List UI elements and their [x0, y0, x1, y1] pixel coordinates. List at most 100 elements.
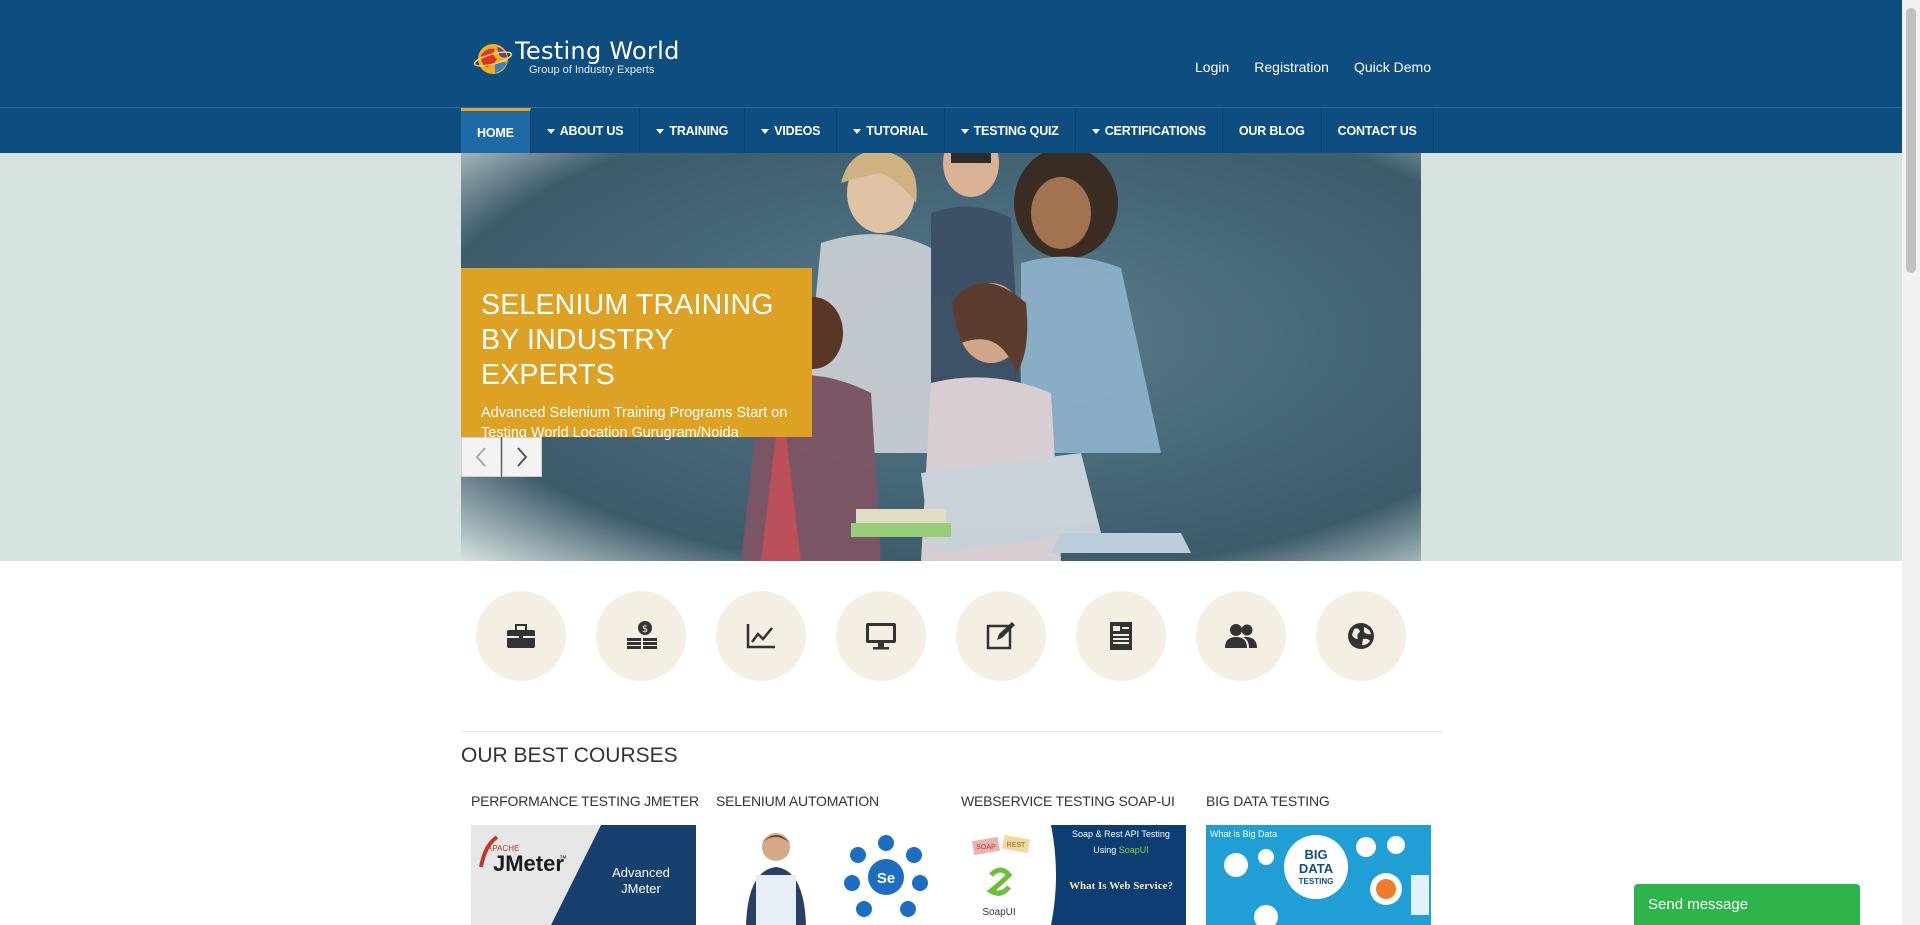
jmeter-caption-line1: Advanced	[612, 865, 670, 880]
briefcase-icon	[507, 624, 535, 648]
nav-label: TESTING QUIZ	[973, 124, 1059, 138]
course-list: PERFORMANCE TESTING JMETER APACHE JMeter…	[471, 793, 1431, 925]
globe-logo-icon	[473, 44, 513, 74]
registration-link[interactable]: Registration	[1254, 59, 1329, 75]
nav-certifications[interactable]: CERTIFICATIONS	[1076, 108, 1223, 154]
course-image-bigdata[interactable]: What is Big Data BIG DATA TESTING	[1206, 825, 1431, 925]
selenium-logo-text: Se	[877, 870, 895, 887]
nav-label: VIDEOS	[774, 124, 821, 138]
caret-down-icon	[546, 128, 555, 134]
hero-slider: SELENIUM TRAINING BY INDUSTRY EXPERTS Adv…	[0, 153, 1902, 561]
caret-down-icon	[1091, 128, 1100, 134]
document-icon	[1110, 622, 1132, 650]
money-icon: $	[627, 621, 657, 649]
caret-down-icon	[656, 128, 665, 134]
course-image-jmeter[interactable]: APACHE JMeter ™ Advanced JMeter	[471, 825, 696, 925]
hero-title: SELENIUM TRAINING BY INDUSTRY EXPERTS	[481, 288, 792, 393]
main-nav: HOME ABOUT US TRAINING VIDEOS TUTORIAL T…	[0, 107, 1902, 154]
nav-label: CERTIFICATIONS	[1104, 124, 1206, 138]
chart-icon	[746, 624, 775, 649]
course-title[interactable]: BIG DATA TESTING	[1206, 793, 1431, 825]
soapui-tag-rest: REST	[1007, 842, 1026, 849]
course-card-selenium[interactable]: SELENIUM AUTOMATION Se	[716, 793, 941, 925]
logo-title: Testing World	[515, 37, 680, 65]
course-title[interactable]: WEBSERVICE TESTING SOAP-UI	[961, 793, 1186, 825]
bigdata-title-line3: TESTING	[1299, 877, 1334, 886]
selenium-banner: Se	[716, 825, 941, 925]
section-title: OUR BEST COURSES	[461, 744, 678, 767]
bigdata-corner-text: What is Big Data	[1210, 829, 1277, 839]
course-card-jmeter[interactable]: PERFORMANCE TESTING JMETER APACHE JMeter…	[471, 793, 699, 925]
soapui-banner: SOAP REST SoapUI Soap & Rest API Testing…	[961, 825, 1186, 925]
hero-caption: SELENIUM TRAINING BY INDUSTRY EXPERTS Adv…	[461, 268, 812, 441]
nav-tutorial[interactable]: TUTORIAL	[837, 108, 945, 154]
course-title[interactable]: PERFORMANCE TESTING JMETER	[471, 793, 699, 825]
nav-videos[interactable]: VIDEOS	[745, 108, 838, 154]
hero-title-line2: BY INDUSTRY EXPERTS	[481, 324, 674, 391]
feature-monitor[interactable]	[836, 591, 926, 681]
slider-prev-button[interactable]	[461, 437, 501, 477]
soapui-logo-text: SoapUI	[982, 907, 1015, 918]
bigdata-title-line1: BIG	[1304, 847, 1327, 862]
nav-home[interactable]: HOME	[461, 108, 531, 154]
jmeter-name: JMeter	[493, 851, 564, 876]
slider-next-button[interactable]	[502, 437, 542, 477]
feature-document[interactable]	[1076, 591, 1166, 681]
soapui-tag-soap: SOAP	[976, 844, 996, 851]
jmeter-caption-line2: JMeter	[621, 881, 661, 896]
nav-label: CONTACT US	[1337, 124, 1417, 138]
course-card-soapui[interactable]: WEBSERVICE TESTING SOAP-UI SOAP REST Soa…	[961, 793, 1186, 925]
globe-icon	[1348, 623, 1374, 649]
logo-subtitle: Group of Industry Experts	[529, 64, 655, 76]
course-title[interactable]: SELENIUM AUTOMATION	[716, 793, 941, 825]
logo[interactable]: Testing World Group of Industry Experts	[473, 34, 683, 80]
login-link[interactable]: Login	[1195, 59, 1229, 75]
nav-label: OUR BLOG	[1238, 124, 1305, 138]
bigdata-title-line2: DATA	[1299, 861, 1334, 876]
monitor-icon	[866, 623, 896, 650]
nav-about-us[interactable]: ABOUT US	[531, 108, 641, 154]
svg-text:Using SoapUI: Using SoapUI	[1093, 845, 1149, 855]
feature-briefcase[interactable]	[476, 591, 566, 681]
caret-down-icon	[960, 128, 969, 134]
section-divider	[461, 731, 1442, 732]
feature-globe[interactable]	[1316, 591, 1406, 681]
top-header: Testing World Group of Industry Experts …	[0, 0, 1902, 107]
jmeter-trademark: ™	[559, 854, 567, 863]
feature-chart[interactable]	[716, 591, 806, 681]
nav-label: HOME	[477, 125, 514, 140]
edit-icon	[986, 622, 1015, 650]
feature-users[interactable]	[1196, 591, 1286, 681]
svg-text:$: $	[642, 624, 648, 635]
nav-label: ABOUT US	[559, 124, 624, 138]
caret-down-icon	[853, 128, 862, 134]
users-icon	[1225, 624, 1257, 648]
soapui-line2-prefix: Using	[1093, 845, 1119, 855]
chevron-left-icon	[475, 447, 486, 467]
nav-contact-us[interactable]: CONTACT US	[1322, 108, 1434, 154]
chevron-right-icon	[517, 447, 528, 467]
hero-title-line1: SELENIUM TRAINING	[481, 289, 774, 321]
soapui-line1: Soap & Rest API Testing	[1072, 829, 1170, 839]
feature-edit[interactable]	[956, 591, 1046, 681]
hero-text-line1: Advanced Selenium Training Programs Star…	[481, 405, 788, 421]
nav-label: TRAINING	[669, 124, 729, 138]
soapui-question: What Is Web Service?	[1069, 880, 1173, 892]
course-card-bigdata[interactable]: BIG DATA TESTING What is Big Data BIG DA…	[1206, 793, 1431, 925]
page-scrollbar[interactable]	[1902, 0, 1920, 925]
nav-our-blog[interactable]: OUR BLOG	[1223, 108, 1322, 154]
send-message-button[interactable]: Send message	[1634, 884, 1860, 925]
nav-label: TUTORIAL	[866, 124, 928, 138]
nav-training[interactable]: TRAINING	[640, 108, 746, 154]
top-links: Login Registration Quick Demo	[1195, 59, 1431, 75]
bigdata-banner: What is Big Data BIG DATA TESTING	[1206, 825, 1431, 925]
feature-icons: $	[476, 591, 1406, 681]
scrollbar-thumb[interactable]	[1906, 8, 1916, 273]
feature-money[interactable]: $	[596, 591, 686, 681]
jmeter-banner: APACHE JMeter ™ Advanced JMeter	[471, 825, 696, 925]
course-image-soapui[interactable]: SOAP REST SoapUI Soap & Rest API Testing…	[961, 825, 1186, 925]
soapui-line2-highlight: SoapUI	[1119, 845, 1149, 855]
nav-testing-quiz[interactable]: TESTING QUIZ	[945, 108, 1076, 154]
quick-demo-link[interactable]: Quick Demo	[1354, 59, 1431, 75]
course-image-selenium[interactable]: Se	[716, 825, 941, 925]
